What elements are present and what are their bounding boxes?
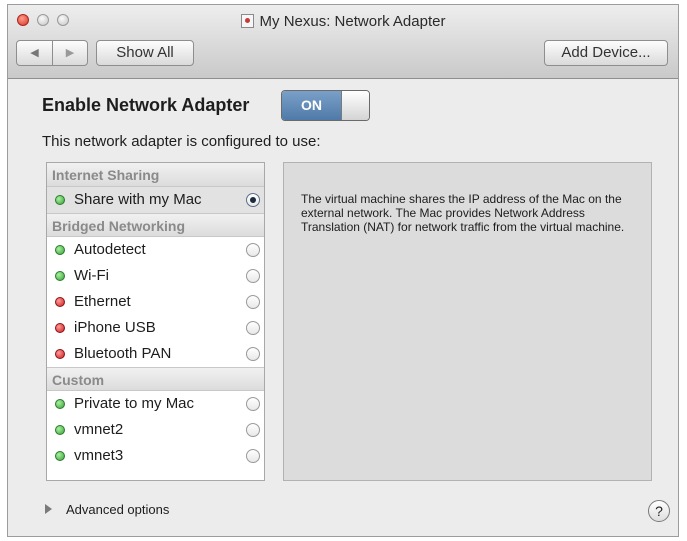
radio-private-to-my-mac[interactable] (246, 397, 260, 411)
list-item-label: iPhone USB (74, 319, 156, 336)
window-title-text: My Nexus: Network Adapter (259, 13, 446, 30)
list-item-private-to-my-mac[interactable]: Private to my Mac (47, 391, 264, 417)
help-button[interactable]: ? (648, 500, 670, 522)
add-device-button[interactable]: Add Device... (544, 40, 668, 66)
radio-wi-fi[interactable] (246, 269, 260, 283)
status-green-icon (55, 425, 65, 435)
list-item-label: Autodetect (74, 241, 146, 258)
description-panel: The virtual machine shares the IP addres… (283, 162, 652, 481)
list-item-label: Private to my Mac (74, 395, 195, 412)
radio-autodetect[interactable] (246, 243, 260, 257)
status-red-icon (55, 323, 65, 333)
status-green-icon (55, 195, 65, 205)
list-item-label: vmnet2 (74, 421, 124, 438)
status-red-icon (55, 349, 65, 359)
status-green-icon (55, 451, 65, 461)
list-item-label: Bluetooth PAN (74, 345, 172, 362)
status-green-icon (55, 399, 65, 409)
radio-vmnet2[interactable] (246, 423, 260, 437)
list-item-bluetooth-pan[interactable]: Bluetooth PAN (47, 341, 264, 367)
back-button[interactable]: ◀ (16, 40, 53, 66)
network-list: Internet Sharing Share with my Mac Bridg… (46, 162, 265, 481)
list-item-vmnet2[interactable]: vmnet2 (47, 417, 264, 443)
group-header-bridged-networking: Bridged Networking (47, 213, 264, 237)
list-item-ethernet[interactable]: Ethernet (47, 289, 264, 315)
radio-share-with-my-mac[interactable] (246, 193, 260, 207)
group-header-custom: Custom (47, 367, 264, 391)
list-item-wi-fi[interactable]: Wi-Fi (47, 263, 264, 289)
advanced-options-label[interactable]: Advanced options (66, 502, 169, 517)
list-item-share-with-my-mac[interactable]: Share with my Mac (47, 187, 264, 213)
status-green-icon (55, 245, 65, 255)
configured-to-use-label: This network adapter is configured to us… (42, 133, 321, 150)
list-item-label: Share with my Mac (74, 191, 202, 208)
forward-button[interactable]: ▶ (52, 40, 88, 66)
title-bar: My Nexus: Network Adapter ◀ ▶ Show All A… (8, 5, 678, 79)
forward-arrow-icon: ▶ (65, 47, 75, 59)
question-mark-icon: ? (655, 503, 663, 519)
vm-document-icon (240, 14, 254, 28)
radio-iphone-usb[interactable] (246, 321, 260, 335)
status-red-icon (55, 297, 65, 307)
radio-bluetooth-pan[interactable] (246, 347, 260, 361)
radio-vmnet3[interactable] (246, 449, 260, 463)
show-all-button[interactable]: Show All (96, 40, 194, 66)
toggle-on-label: ON (282, 91, 341, 120)
list-item-iphone-usb[interactable]: iPhone USB (47, 315, 264, 341)
toggle-knob[interactable] (341, 91, 369, 120)
enable-adapter-heading: Enable Network Adapter (42, 95, 250, 115)
back-arrow-icon: ◀ (30, 47, 39, 59)
window-title: My Nexus: Network Adapter (8, 13, 678, 30)
group-header-internet-sharing: Internet Sharing (47, 163, 264, 187)
enable-adapter-toggle[interactable]: ON (281, 90, 370, 121)
preferences-window: My Nexus: Network Adapter ◀ ▶ Show All A… (7, 4, 679, 537)
list-item-autodetect[interactable]: Autodetect (47, 237, 264, 263)
status-green-icon (55, 271, 65, 281)
list-item-label: vmnet3 (74, 447, 124, 464)
disclosure-triangle-icon[interactable] (45, 504, 52, 514)
list-item-label: Ethernet (74, 293, 131, 310)
list-item-vmnet3[interactable]: vmnet3 (47, 443, 264, 469)
advanced-options-disclosure[interactable]: Advanced options (45, 502, 169, 517)
list-item-label: Wi-Fi (74, 267, 109, 284)
description-text: The virtual machine shares the IP addres… (301, 192, 625, 234)
radio-ethernet[interactable] (246, 295, 260, 309)
